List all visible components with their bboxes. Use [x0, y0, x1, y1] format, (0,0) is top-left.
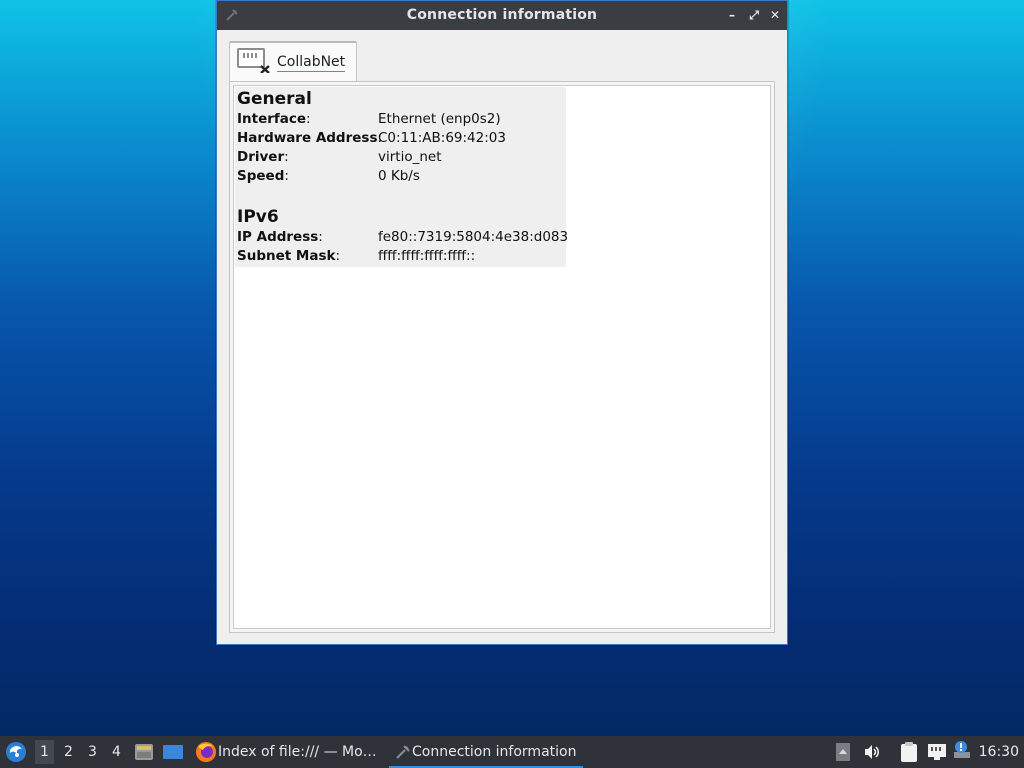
task-label: Index of file:/// — Mo…	[218, 744, 377, 760]
row-key: IP Address	[237, 229, 319, 245]
row-hardware-address: Hardware Address: C0:11:AB:69:42:03	[237, 130, 506, 146]
section-title-general: General	[237, 89, 312, 109]
row-subnet-mask: Subnet Mask: ffff:ffff:ffff:ffff::	[237, 248, 476, 264]
tab-label: CollabNet	[277, 54, 346, 72]
row-value: C0:11:AB:69:42:03	[378, 130, 506, 146]
tray-arrow-icon[interactable]	[836, 743, 850, 765]
row-key: Interface	[237, 111, 307, 127]
file-manager-launcher[interactable]	[134, 742, 154, 766]
network-disconnected-icon	[237, 47, 271, 74]
window-title: Connection information	[406, 7, 598, 23]
workspace-4[interactable]: 4	[112, 744, 121, 760]
row-driver: Driver: virtio_net	[237, 149, 442, 165]
connection-details: General Interface: Ethernet (enp0s2) Har…	[235, 87, 569, 267]
row-key: Hardware Address	[237, 130, 378, 146]
row-key: Subnet Mask	[237, 248, 336, 264]
network-icon[interactable]	[927, 742, 947, 766]
volume-icon[interactable]	[863, 743, 881, 765]
clock[interactable]: 16:30	[979, 736, 1019, 768]
minimize-button[interactable]: –	[725, 8, 739, 22]
taskbar: 1 2 3 4 Index of file:/// — Mo… Connecti…	[0, 736, 1024, 768]
connection-info-window: Connection information – ⤢ ✕ CollabNet G…	[216, 0, 788, 645]
workspace-1[interactable]: 1	[35, 740, 54, 764]
section-title-ipv6: IPv6	[237, 207, 279, 227]
main-menu-button[interactable]	[5, 741, 27, 767]
desktop-icon	[163, 745, 183, 759]
row-speed: Speed: 0 Kb/s	[237, 168, 420, 184]
tab-content-pane: General Interface: Ethernet (enp0s2) Har…	[229, 81, 775, 633]
file-manager-icon	[135, 744, 153, 760]
close-button[interactable]: ✕	[768, 8, 782, 22]
row-value: ffff:ffff:ffff:ffff::	[378, 248, 476, 264]
row-value: 0 Kb/s	[378, 168, 420, 184]
workspace-3[interactable]: 3	[88, 744, 97, 760]
workspace-2[interactable]: 2	[64, 744, 73, 760]
row-interface: Interface: Ethernet (enp0s2)	[237, 111, 501, 127]
update-notifier-icon[interactable]	[953, 740, 971, 764]
row-ip-address: IP Address: fe80::7319:5804:4e38:d083	[237, 229, 569, 245]
row-value: Ethernet (enp0s2)	[378, 111, 501, 127]
row-value: fe80::7319:5804:4e38:d083	[378, 229, 569, 245]
task-label: Connection information	[412, 744, 577, 760]
row-value: virtio_net	[378, 149, 442, 165]
show-desktop-launcher[interactable]	[162, 742, 184, 766]
task-firefox[interactable]: Index of file:/// — Mo…	[193, 736, 383, 768]
network-settings-icon	[396, 745, 410, 759]
firefox-icon	[196, 742, 216, 762]
maximize-button[interactable]: ⤢	[747, 8, 761, 22]
row-key: Driver	[237, 149, 285, 165]
window-titlebar[interactable]: Connection information – ⤢ ✕	[217, 1, 787, 30]
row-key: Speed	[237, 168, 285, 184]
tab-collabnet[interactable]: CollabNet	[229, 41, 357, 81]
lxqt-logo-icon	[6, 742, 26, 762]
task-connection-information[interactable]: Connection information	[389, 736, 583, 768]
info-scroll-area: General Interface: Ethernet (enp0s2) Har…	[233, 85, 771, 629]
clipboard-icon[interactable]	[900, 741, 918, 767]
